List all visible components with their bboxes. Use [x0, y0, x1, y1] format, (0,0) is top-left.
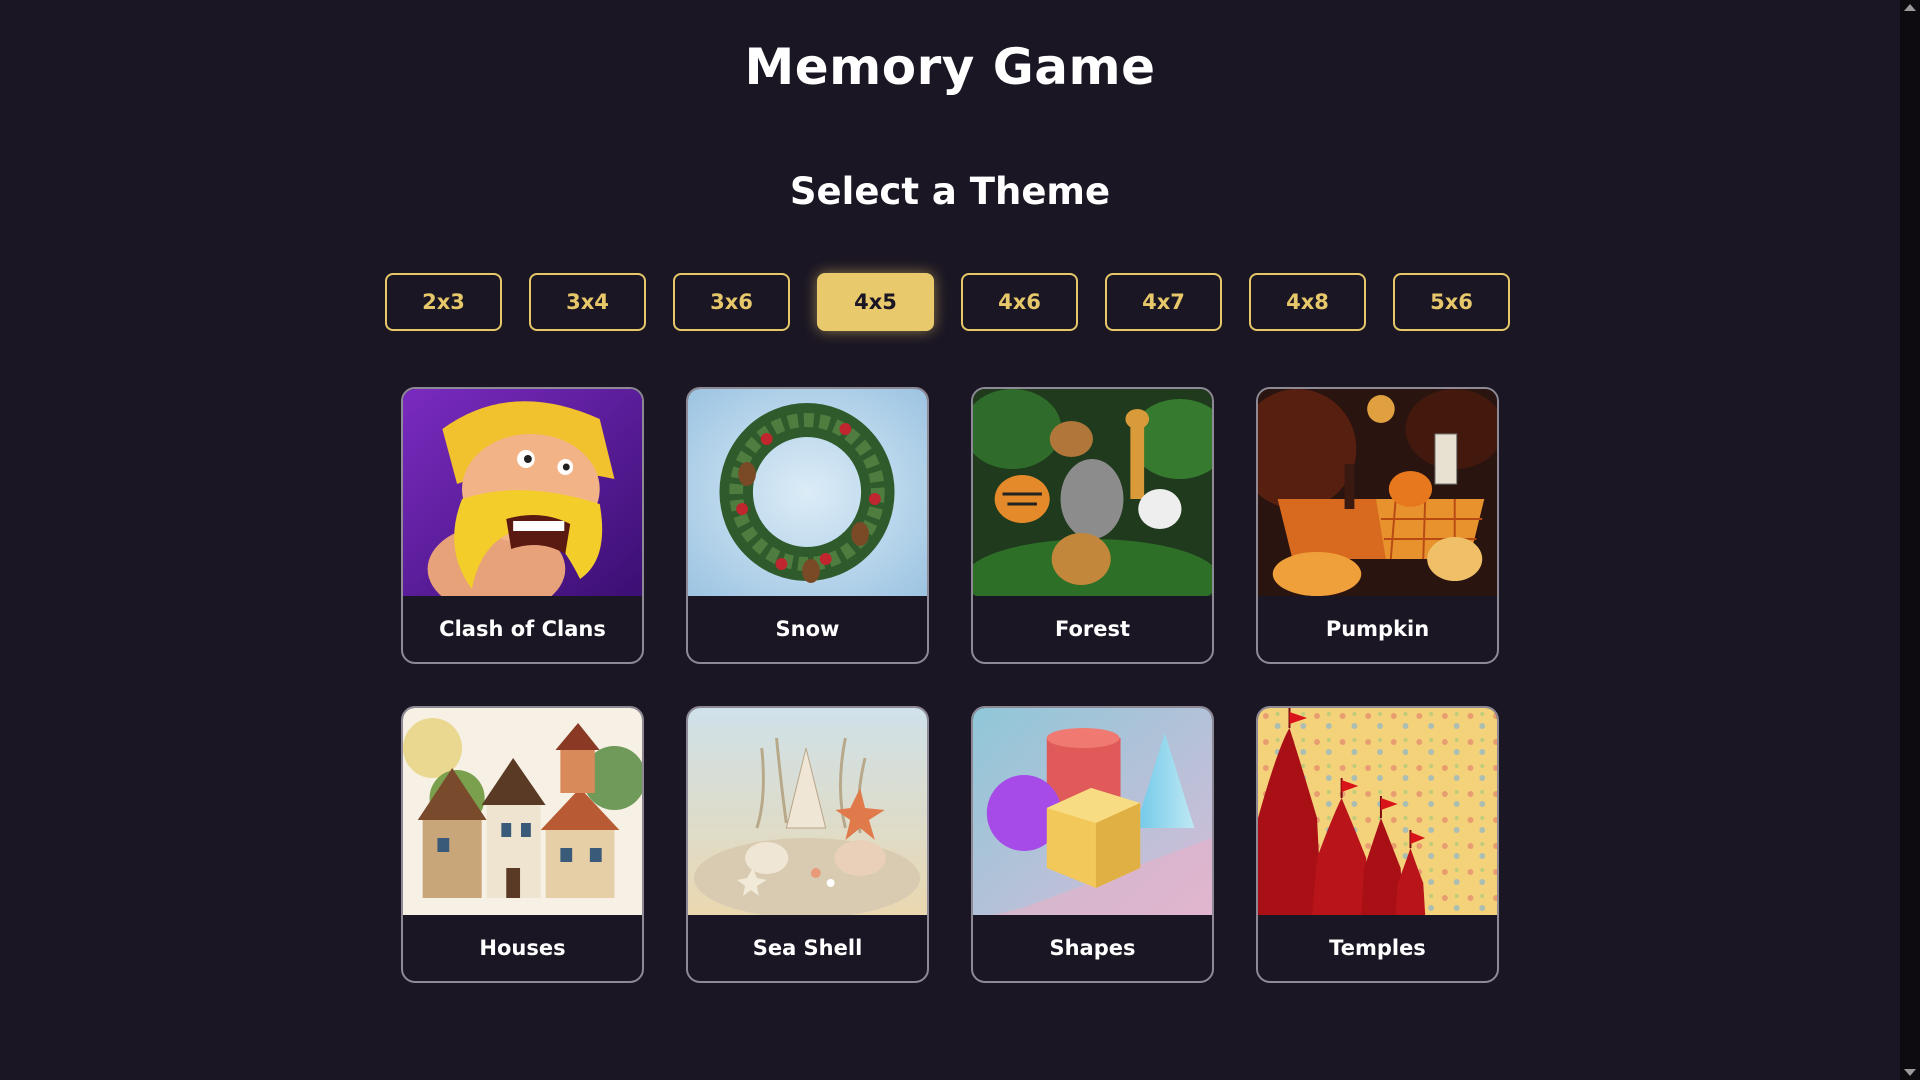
- theme-card-snow[interactable]: Snow: [686, 387, 929, 664]
- size-button-3x4[interactable]: 3x4: [529, 273, 646, 331]
- theme-card-pumpkin[interactable]: Pumpkin: [1256, 387, 1499, 664]
- page-title: Memory Game: [744, 38, 1156, 96]
- size-button-5x6[interactable]: 5x6: [1393, 273, 1510, 331]
- theme-grid: Clash of Clans Snow Forest Pumpkin House…: [401, 387, 1499, 983]
- size-button-4x6[interactable]: 4x6: [961, 273, 1078, 331]
- theme-card-shapes[interactable]: Shapes: [971, 706, 1214, 983]
- houses-image: [403, 708, 642, 915]
- shapes-image: [973, 708, 1212, 915]
- theme-card-houses[interactable]: Houses: [401, 706, 644, 983]
- theme-card-temples[interactable]: Temples: [1256, 706, 1499, 983]
- theme-label: Snow: [775, 617, 840, 641]
- barbarian-image: [403, 389, 642, 596]
- theme-label: Shapes: [1049, 936, 1136, 960]
- theme-card-sea-shell[interactable]: Sea Shell: [686, 706, 929, 983]
- page: Memory Game Select a Theme 2x3 3x4 3x6 4…: [0, 0, 1900, 1080]
- theme-label: Sea Shell: [752, 936, 863, 960]
- scrollbar[interactable]: [1900, 0, 1920, 1080]
- section-heading: Select a Theme: [789, 170, 1111, 213]
- theme-label: Forest: [1054, 617, 1131, 641]
- theme-label: Clash of Clans: [439, 617, 606, 641]
- theme-card-clash-of-clans[interactable]: Clash of Clans: [401, 387, 644, 664]
- theme-card-forest[interactable]: Forest: [971, 387, 1214, 664]
- grid-size-selector: 2x3 3x4 3x6 4x5 4x6 4x7 4x8 5x6: [385, 273, 1510, 331]
- size-button-3x6[interactable]: 3x6: [673, 273, 790, 331]
- pumpkin-table-image: [1258, 389, 1497, 596]
- wreath-image: [688, 389, 927, 596]
- size-button-2x3[interactable]: 2x3: [385, 273, 502, 331]
- size-button-4x7[interactable]: 4x7: [1105, 273, 1222, 331]
- theme-label: Pumpkin: [1325, 617, 1430, 641]
- scroll-down-arrow-icon[interactable]: [1904, 1069, 1916, 1076]
- scroll-up-arrow-icon[interactable]: [1904, 4, 1916, 11]
- seashell-image: [688, 708, 927, 915]
- size-button-4x8[interactable]: 4x8: [1249, 273, 1366, 331]
- animals-image: [973, 389, 1212, 596]
- size-button-4x5[interactable]: 4x5: [817, 273, 934, 331]
- temples-image: [1258, 708, 1497, 915]
- theme-label: Temples: [1329, 936, 1426, 960]
- theme-label: Houses: [479, 936, 566, 960]
